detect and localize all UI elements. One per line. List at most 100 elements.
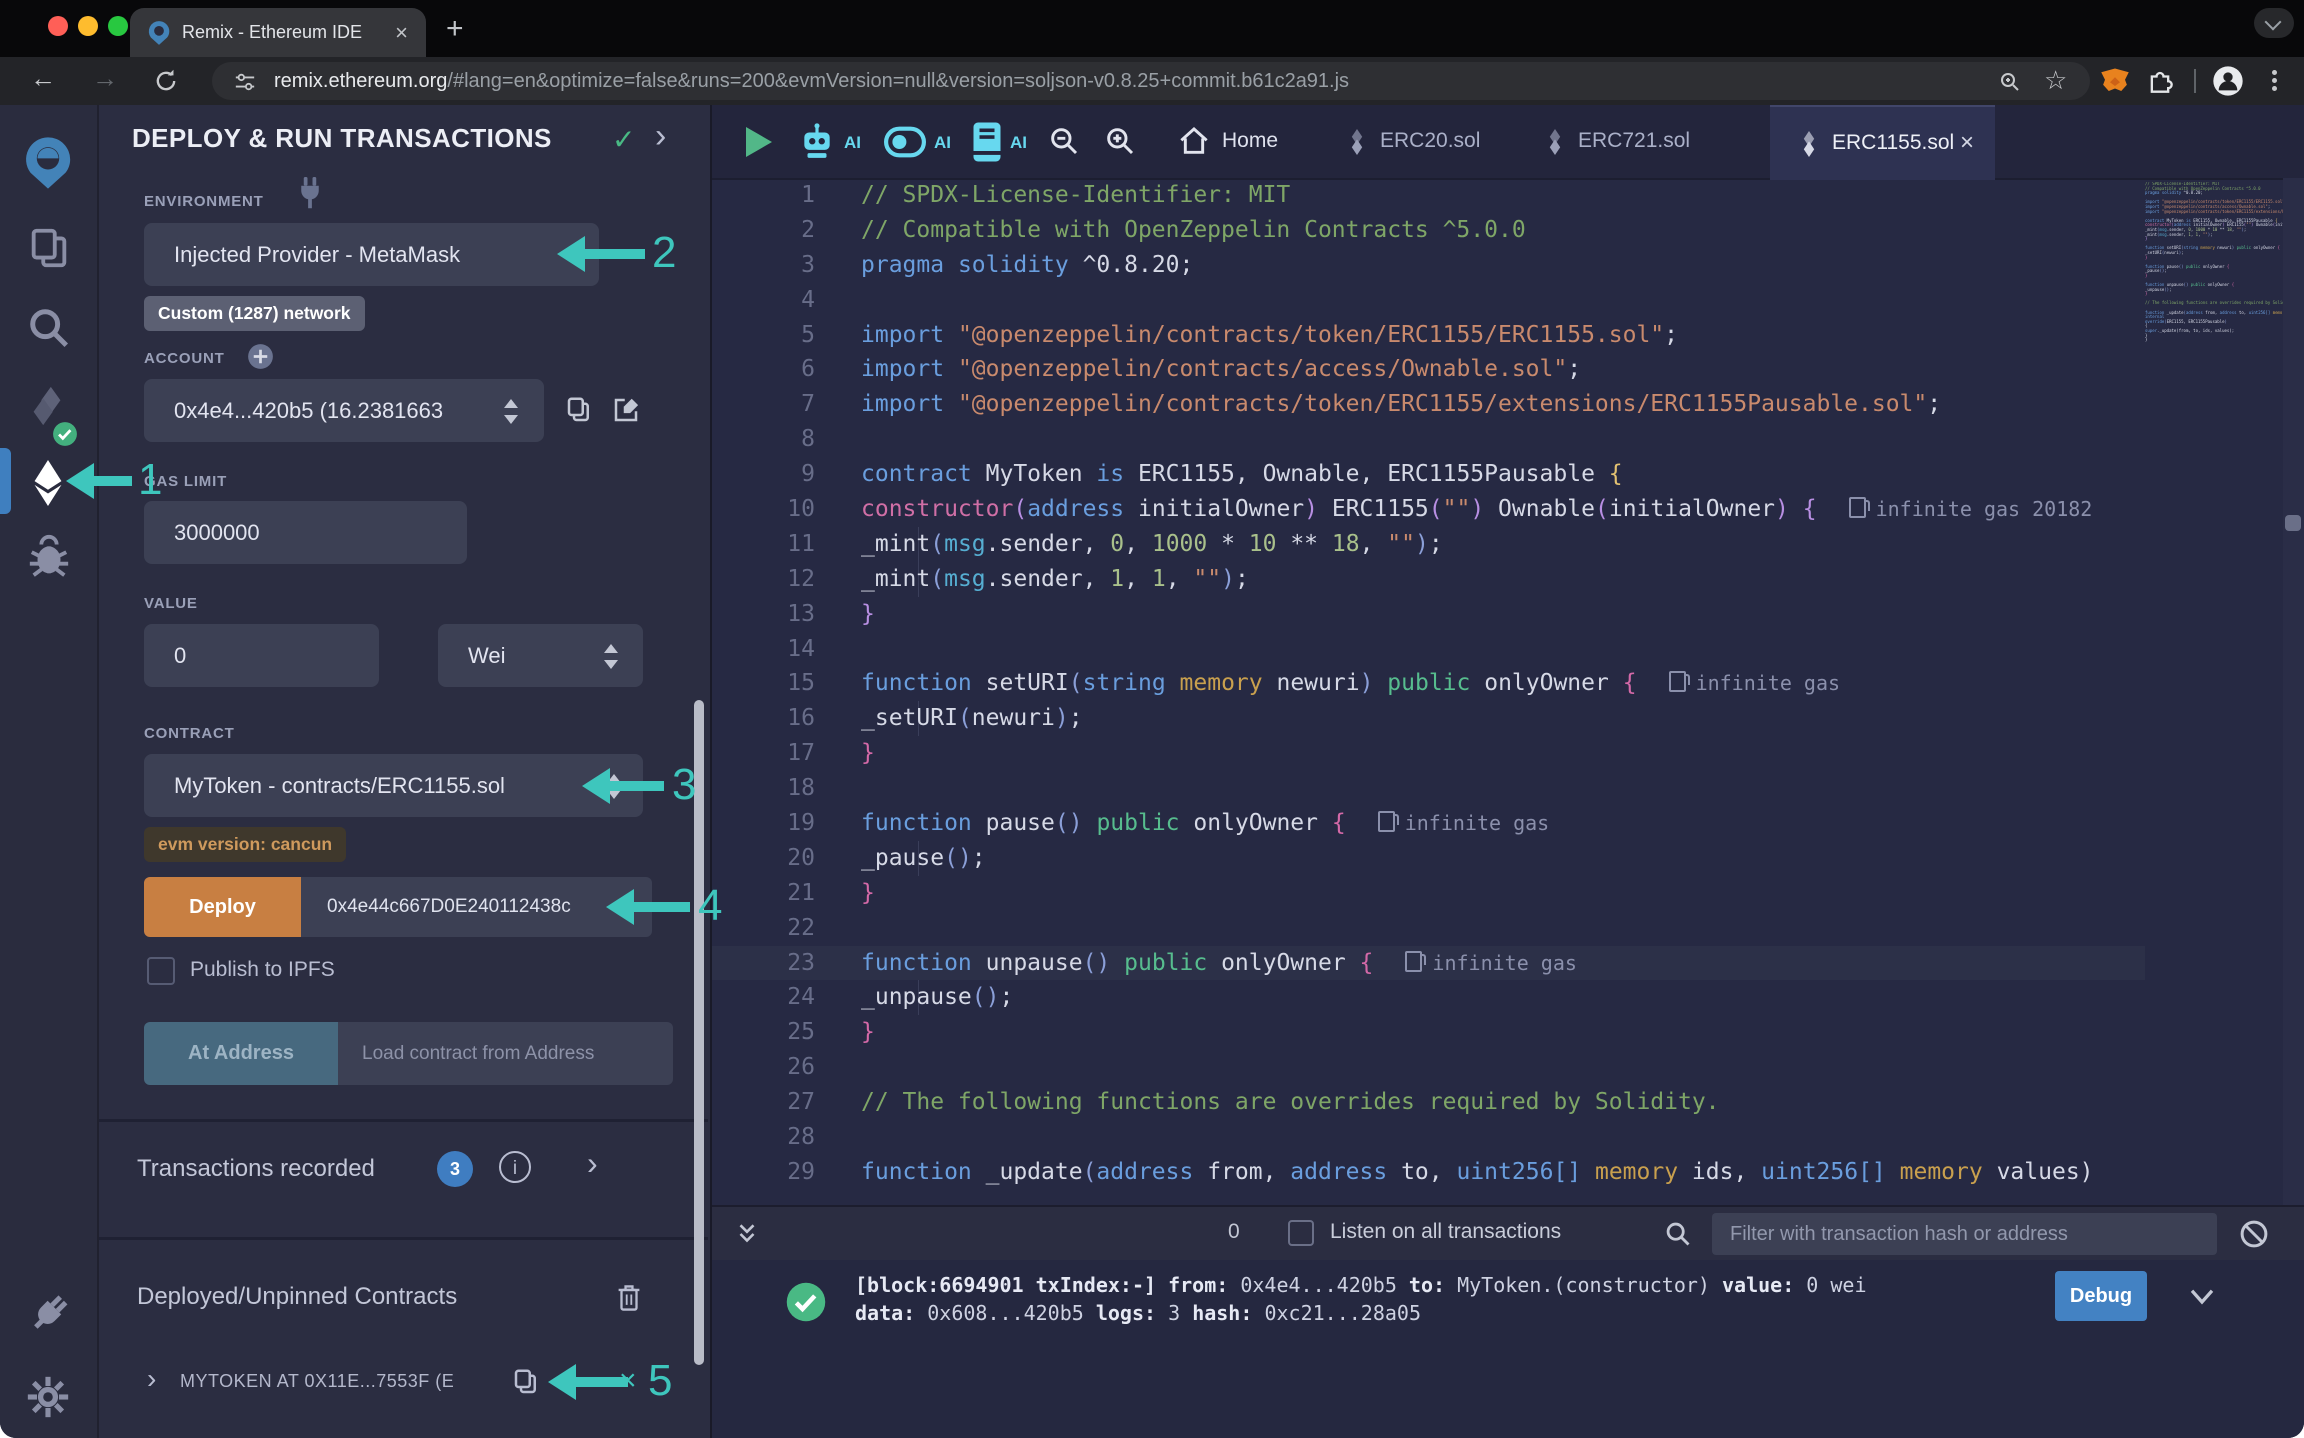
block-icon[interactable]: [2239, 1219, 2269, 1249]
deploy-button[interactable]: Deploy: [144, 877, 301, 937]
plugin-manager-icon[interactable]: [26, 1290, 72, 1336]
settings-gear-icon[interactable]: [26, 1375, 70, 1419]
line-number: 27: [712, 1085, 815, 1120]
reload-button[interactable]: [152, 67, 180, 95]
deployed-contract-item[interactable]: MYTOKEN AT 0X11E...7553F (E: [180, 1371, 454, 1392]
ai-toggle-icon[interactable]: [884, 125, 926, 159]
value-unit-select[interactable]: Wei: [438, 624, 643, 687]
zoom-out-icon[interactable]: [1048, 125, 1080, 157]
code-text: }: [861, 1015, 875, 1050]
value-input[interactable]: 0: [144, 624, 379, 687]
edit-account-icon[interactable]: [611, 395, 641, 425]
tx-log-line-1[interactable]: [block:6694901 txIndex:-] from: 0x4e4...…: [855, 1273, 1867, 1297]
metamask-extension-icon[interactable]: [2100, 66, 2130, 96]
code-text: function _update(address from, address t…: [861, 1155, 2094, 1190]
contract-expand-chevron[interactable]: ›: [147, 1363, 156, 1395]
debug-button[interactable]: Debug: [2055, 1271, 2147, 1321]
zoom-icon[interactable]: [1998, 70, 2022, 94]
editor-scrollbar-track[interactable]: [2283, 178, 2304, 1205]
code-area[interactable]: 1// SPDX-License-Identifier: MIT2// Comp…: [712, 178, 2145, 1205]
code-text: _mint(msg.sender, 1, 1, "");: [861, 562, 1249, 597]
code-line: 10 constructor(address initialOwner) ERC…: [712, 492, 2145, 527]
environment-plug-icon[interactable]: [295, 175, 325, 209]
expand-log-chevron[interactable]: [2187, 1285, 2217, 1309]
tab-close-icon[interactable]: ×: [395, 20, 408, 46]
listen-checkbox[interactable]: [1288, 1220, 1314, 1246]
deployed-contracts-header: Deployed/Unpinned Contracts: [137, 1283, 457, 1311]
tab-erc1155-active[interactable]: ERC1155.sol ×: [1770, 105, 1995, 180]
tab-erc20[interactable]: ERC20.sol: [1380, 129, 1480, 153]
line-number: 3: [712, 248, 815, 283]
panel-collapse-chevron[interactable]: ›: [655, 117, 666, 156]
line-number: 12: [712, 562, 815, 597]
clear-contracts-trash-icon[interactable]: [615, 1283, 643, 1313]
terminal-filter-input[interactable]: Filter with transaction hash or address: [1712, 1213, 2217, 1255]
publish-ipfs-checkbox[interactable]: [147, 957, 175, 985]
code-line: 20 _pause();: [712, 841, 2145, 876]
info-icon[interactable]: i: [499, 1151, 531, 1183]
gas-limit-input[interactable]: 3000000: [144, 501, 467, 564]
extensions-puzzle-icon[interactable]: [2146, 66, 2174, 94]
line-number: 24: [712, 980, 815, 1015]
copy-address-icon[interactable]: [511, 1367, 541, 1397]
new-tab-button[interactable]: +: [446, 12, 464, 46]
browser-menu-icon[interactable]: [2272, 67, 2277, 94]
transactions-recorded-label: Transactions recorded: [137, 1155, 375, 1183]
zoom-in-icon[interactable]: [1104, 125, 1136, 157]
solidity-file-icon: [1346, 129, 1368, 155]
account-select[interactable]: 0x4e4...420b5 (16.2381663: [144, 379, 544, 442]
site-settings-icon[interactable]: [234, 71, 256, 93]
ai-assistant-robot-icon[interactable]: [798, 123, 836, 161]
transactions-expand-chevron[interactable]: ›: [587, 1145, 598, 1182]
traffic-light-close[interactable]: [48, 16, 68, 36]
file-explorer-icon[interactable]: [26, 225, 72, 271]
line-number: 14: [712, 632, 815, 667]
gas-estimate-annotation: infinite gas: [1669, 671, 1841, 695]
code-text: }: [861, 876, 875, 911]
back-button[interactable]: ←: [30, 63, 56, 94]
at-address-input[interactable]: Load contract from Address: [338, 1022, 673, 1085]
editor-scrollbar-thumb[interactable]: [2285, 515, 2301, 531]
tab-home[interactable]: Home: [1222, 129, 1278, 153]
search-icon[interactable]: [26, 305, 72, 351]
listen-count: 0: [1228, 1220, 1240, 1244]
code-line: 19 function pause() public onlyOwner {in…: [712, 806, 2145, 841]
deploy-run-icon[interactable]: [25, 457, 71, 509]
traffic-light-maximize[interactable]: [108, 16, 128, 36]
compile-success-badge: [52, 421, 78, 447]
debugger-bug-icon[interactable]: [26, 533, 72, 579]
line-number: 16: [712, 701, 815, 736]
collapse-terminal-icon[interactable]: [734, 1221, 760, 1247]
editor-minimap[interactable]: // SPDX-License-Identifier: MIT// Compat…: [2145, 182, 2283, 343]
tx-log-line-2[interactable]: data: 0x608...420b5 logs: 3 hash: 0xc21.…: [855, 1301, 1421, 1325]
environment-select[interactable]: Injected Provider - MetaMask: [144, 223, 599, 286]
add-account-icon[interactable]: [247, 343, 274, 370]
deploy-arg-input[interactable]: 0x4e44c667D0E240112438c: [301, 877, 652, 937]
deploy-run-panel: DEPLOY & RUN TRANSACTIONS ✓ › ENVIRONMEN…: [99, 105, 712, 1438]
contract-select[interactable]: MyToken - contracts/ERC1155.sol: [144, 754, 643, 817]
bookmark-star-icon[interactable]: ☆: [2044, 65, 2067, 96]
address-bar[interactable]: remix.ethereum.org/#lang=en&optimize=fal…: [212, 62, 2090, 100]
tab-erc721[interactable]: ERC721.sol: [1578, 129, 1690, 153]
panel-title: DEPLOY & RUN TRANSACTIONS: [132, 123, 552, 154]
forward-button[interactable]: →: [92, 63, 118, 94]
profile-avatar[interactable]: [2212, 65, 2244, 97]
annotation-label-5: 5: [648, 1356, 672, 1406]
tab-search-button[interactable]: [2254, 8, 2294, 38]
code-text: contract MyToken is ERC1155, Ownable, ER…: [861, 457, 1623, 492]
minimap-line: function _update(address from, address t…: [2145, 311, 2283, 316]
close-tab-icon[interactable]: ×: [1960, 129, 1974, 157]
line-number: 29: [712, 1155, 815, 1190]
copy-account-icon[interactable]: [564, 395, 594, 425]
home-icon[interactable]: [1178, 125, 1210, 157]
traffic-light-minimize[interactable]: [78, 16, 98, 36]
code-line: 27 // The following functions are overri…: [712, 1085, 2145, 1120]
run-script-icon[interactable]: [746, 127, 772, 157]
at-address-button[interactable]: At Address: [144, 1022, 338, 1085]
browser-tab[interactable]: Remix - Ethereum IDE ×: [130, 8, 426, 57]
line-number: 9: [712, 457, 815, 492]
line-number: 21: [712, 876, 815, 911]
remix-favicon: [146, 20, 172, 46]
ai-docs-book-icon[interactable]: [970, 121, 1004, 163]
code-line: 17 }: [712, 736, 2145, 771]
